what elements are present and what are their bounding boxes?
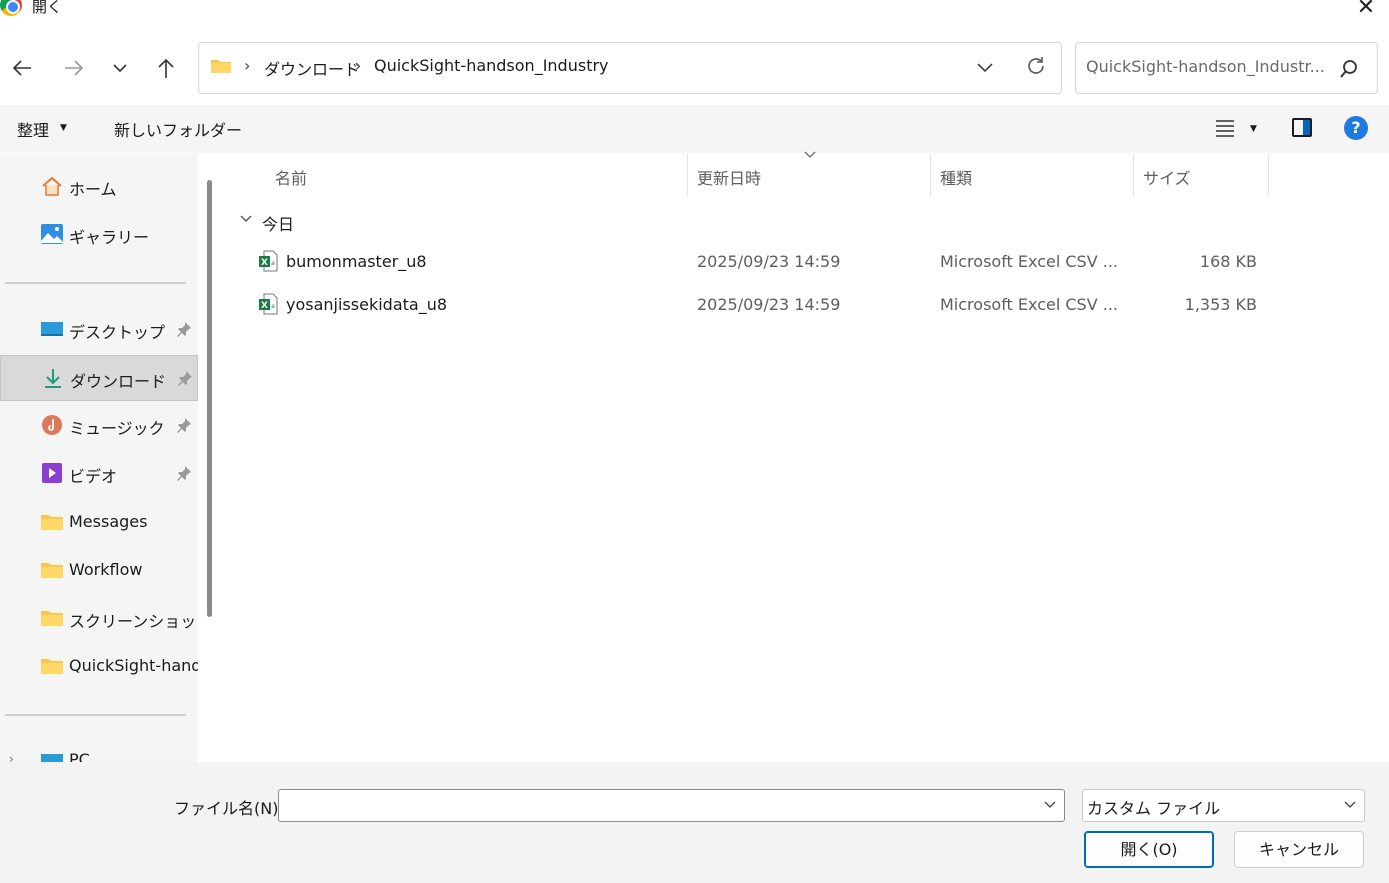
sidebar-item-desktop[interactable]: デスクトップ (0, 307, 198, 353)
download-icon (45, 369, 61, 388)
svg-text:X: X (261, 258, 268, 268)
chevron-down-icon[interactable] (239, 212, 253, 226)
table-row[interactable]: Xa bumonmaster_u8 2025/09/23 14:59 Micro… (240, 241, 1270, 283)
desktop-icon (41, 322, 63, 336)
sidebar-item-workflow[interactable]: Workflow (0, 548, 198, 594)
caret-down-icon[interactable]: ▼ (1250, 124, 1257, 134)
sidebar-item-label: QuickSight-handson_Industry (69, 656, 198, 675)
window-title: 開く (32, 0, 63, 16)
filename-input[interactable] (278, 789, 1065, 822)
column-header-size[interactable]: サイズ (1143, 165, 1191, 189)
search-input[interactable]: QuickSight-handson_Industr... (1086, 57, 1325, 76)
refresh-icon[interactable] (1024, 54, 1048, 78)
title-bar (0, 0, 1389, 26)
breadcrumb-separator: › (355, 56, 362, 75)
music-icon (42, 415, 62, 435)
preview-pane-icon[interactable] (1292, 118, 1312, 137)
table-row[interactable]: Xa yosanjissekidata_u8 2025/09/23 14:59 … (240, 284, 1270, 326)
svg-text:X: X (261, 301, 268, 311)
view-details-icon[interactable] (1214, 118, 1236, 138)
pin-icon[interactable] (176, 417, 192, 433)
chevron-right-icon: › (9, 752, 14, 762)
sidebar-item-label: スクリーンショット (69, 612, 198, 631)
excel-csv-icon: Xa (259, 250, 278, 272)
video-icon (42, 463, 62, 483)
sidebar-item-label: ホーム (69, 180, 117, 199)
chevron-down-icon[interactable] (1043, 798, 1057, 812)
sidebar-divider (5, 282, 186, 284)
folder-icon (41, 515, 63, 530)
column-separator[interactable] (1268, 154, 1269, 196)
column-header-name[interactable]: 名前 (275, 165, 307, 189)
folder-icon (41, 563, 63, 578)
file-type: Microsoft Excel CSV ... (940, 252, 1118, 271)
folder-icon (41, 659, 63, 674)
arrow-left-icon (12, 60, 31, 76)
sidebar-item-label: ギャラリー (69, 228, 150, 247)
file-name: yosanjissekidata_u8 (286, 295, 448, 314)
excel-csv-icon: Xa (259, 293, 278, 315)
organize-button[interactable]: 整理 (17, 117, 49, 141)
sidebar-item-label: PC (69, 750, 90, 762)
file-size: 1,353 KB (1184, 295, 1257, 314)
help-icon[interactable]: ? (1344, 116, 1368, 140)
sidebar-item-screenshots[interactable]: スクリーンショット (0, 596, 198, 642)
column-header-modified[interactable]: 更新日時 (697, 165, 761, 189)
group-header-today[interactable]: 今日 (262, 211, 294, 235)
breadcrumb-downloads[interactable]: ダウンロード (264, 56, 360, 80)
close-button[interactable]: ✕ (1352, 0, 1380, 24)
caret-down-icon: ▼ (60, 123, 67, 133)
sidebar-item-quicksight[interactable]: QuickSight-handson_Industry (0, 644, 198, 690)
chevron-down-icon (113, 64, 127, 73)
file-type: Microsoft Excel CSV ... (940, 295, 1118, 314)
breadcrumb-current-folder[interactable]: QuickSight-handson_Industry (374, 56, 609, 75)
sidebar-item-home[interactable]: ホーム (0, 164, 198, 210)
open-button[interactable]: 開く(O) (1084, 831, 1214, 868)
pc-icon (41, 754, 63, 762)
sidebar-scrollbar[interactable] (207, 180, 212, 617)
recent-locations-button[interactable] (104, 52, 136, 84)
new-folder-button[interactable]: 新しいフォルダー (114, 117, 242, 141)
arrow-up-icon (158, 58, 174, 78)
forward-button[interactable] (58, 52, 90, 84)
pin-icon[interactable] (176, 465, 192, 481)
cancel-button[interactable]: キャンセル (1234, 831, 1364, 868)
svg-text:a: a (271, 303, 275, 310)
folder-icon (41, 611, 63, 626)
pin-icon[interactable] (177, 370, 193, 386)
sidebar-item-gallery[interactable]: ギャラリー (0, 212, 198, 258)
file-size: 168 KB (1199, 252, 1257, 271)
chevron-down-icon (1344, 801, 1356, 808)
search-icon[interactable] (1338, 58, 1360, 80)
column-separator[interactable] (930, 154, 931, 196)
sidebar-item-pc[interactable]: › PC (0, 738, 198, 762)
breadcrumb-separator: › (244, 56, 251, 75)
column-separator[interactable] (1133, 154, 1134, 196)
column-separator[interactable] (687, 154, 688, 196)
file-type-value: カスタム ファイル (1087, 799, 1221, 818)
sidebar-item-downloads[interactable]: ダウンロード (0, 355, 198, 401)
sidebar-item-videos[interactable]: ビデオ (0, 451, 198, 497)
file-name: bumonmaster_u8 (286, 252, 427, 271)
file-modified: 2025/09/23 14:59 (697, 295, 841, 314)
sidebar-item-label: Workflow (69, 560, 143, 579)
sort-descending-icon (804, 151, 816, 158)
chevron-down-icon[interactable] (973, 56, 997, 78)
svg-text:a: a (271, 260, 275, 267)
gallery-icon (41, 224, 63, 244)
sidebar-item-music[interactable]: ミュージック (0, 403, 198, 449)
sidebar-item-messages[interactable]: Messages (0, 500, 198, 546)
sidebar-item-label: Messages (69, 512, 148, 531)
column-header-type[interactable]: 種類 (940, 165, 972, 189)
sidebar-divider (5, 714, 186, 716)
up-button[interactable] (150, 52, 182, 84)
home-icon (42, 176, 62, 196)
file-modified: 2025/09/23 14:59 (697, 252, 841, 271)
back-button[interactable] (6, 52, 38, 84)
filename-label: ファイル名(N): (174, 799, 284, 818)
arrow-right-icon (65, 60, 84, 76)
folder-icon (211, 60, 231, 73)
pin-icon[interactable] (176, 321, 192, 337)
